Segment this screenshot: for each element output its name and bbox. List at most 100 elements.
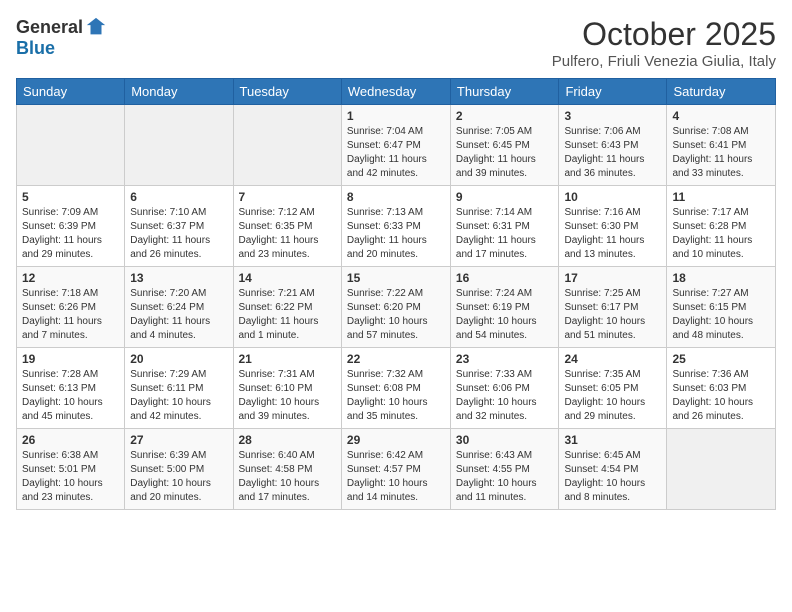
day-info: Sunrise: 7:29 AM Sunset: 6:11 PM Dayligh… [130,368,227,424]
day-info: Sunrise: 6:39 AM Sunset: 5:00 PM Dayligh… [130,449,227,505]
table-row: 20 Sunrise: 7:29 AM Sunset: 6:11 PM Dayli… [125,348,233,429]
table-row [17,105,125,186]
day-info: Sunrise: 7:06 AM Sunset: 6:43 PM Dayligh… [564,125,661,181]
table-row: 24 Sunrise: 7:35 AM Sunset: 6:05 PM Dayli… [559,348,667,429]
day-number: 4 [672,109,770,123]
header-thursday: Thursday [450,79,559,105]
day-info: Sunrise: 7:08 AM Sunset: 6:41 PM Dayligh… [672,125,770,181]
day-info: Sunrise: 7:10 AM Sunset: 6:37 PM Dayligh… [130,206,227,262]
header: General Blue October 2025 Pulfero, Friul… [16,16,776,70]
day-info: Sunrise: 6:40 AM Sunset: 4:58 PM Dayligh… [239,449,336,505]
calendar-week-row: 5Sunrise: 7:09 AM Sunset: 6:39 PM Daylig… [17,186,776,267]
header-saturday: Saturday [667,79,776,105]
day-info: Sunrise: 7:05 AM Sunset: 6:45 PM Dayligh… [456,125,554,181]
day-number: 2 [456,109,554,123]
day-number: 25 [672,352,770,366]
table-row: 25Sunrise: 7:36 AM Sunset: 6:03 PM Dayli… [667,348,776,429]
day-info: Sunrise: 7:25 AM Sunset: 6:17 PM Dayligh… [564,287,661,343]
day-number: 10 [564,190,661,204]
table-row: 21Sunrise: 7:31 AM Sunset: 6:10 PM Dayli… [233,348,341,429]
day-info: Sunrise: 7:33 AM Sunset: 6:06 PM Dayligh… [456,368,554,424]
table-row: 13 Sunrise: 7:20 AM Sunset: 6:24 PM Dayli… [125,267,233,348]
day-number: 27 [130,433,227,447]
day-info: Sunrise: 6:42 AM Sunset: 4:57 PM Dayligh… [347,449,445,505]
day-number: 28 [239,433,336,447]
day-number: 14 [239,271,336,285]
logo: General Blue [16,16,107,59]
table-row: 31 Sunrise: 6:45 AM Sunset: 4:54 PM Dayli… [559,429,667,510]
day-number: 15 [347,271,445,285]
table-row: 7 Sunrise: 7:12 AM Sunset: 6:35 PM Daylig… [233,186,341,267]
day-info: Sunrise: 7:18 AM Sunset: 6:26 PM Dayligh… [22,287,119,343]
day-number: 13 [130,271,227,285]
table-row: 26Sunrise: 6:38 AM Sunset: 5:01 PM Dayli… [17,429,125,510]
table-row: 18 Sunrise: 7:27 AM Sunset: 6:15 PM Dayli… [667,267,776,348]
table-row: 14Sunrise: 7:21 AM Sunset: 6:22 PM Dayli… [233,267,341,348]
calendar-week-row: 12 Sunrise: 7:18 AM Sunset: 6:26 PM Dayli… [17,267,776,348]
table-row: 8 Sunrise: 7:13 AM Sunset: 6:33 PM Daylig… [341,186,450,267]
day-info: Sunrise: 7:12 AM Sunset: 6:35 PM Dayligh… [239,206,336,262]
table-row: 6Sunrise: 7:10 AM Sunset: 6:37 PM Daylig… [125,186,233,267]
day-info: Sunrise: 7:20 AM Sunset: 6:24 PM Dayligh… [130,287,227,343]
day-number: 16 [456,271,554,285]
calendar-header-row: Sunday Monday Tuesday Wednesday Thursday… [17,79,776,105]
day-info: Sunrise: 7:35 AM Sunset: 6:05 PM Dayligh… [564,368,661,424]
table-row [667,429,776,510]
day-info: Sunrise: 7:04 AM Sunset: 6:47 PM Dayligh… [347,125,445,181]
day-info: Sunrise: 7:32 AM Sunset: 6:08 PM Dayligh… [347,368,445,424]
header-sunday: Sunday [17,79,125,105]
table-row: 15 Sunrise: 7:22 AM Sunset: 6:20 PM Dayli… [341,267,450,348]
table-row: 17 Sunrise: 7:25 AM Sunset: 6:17 PM Dayli… [559,267,667,348]
logo-icon [85,16,107,38]
table-row: 12 Sunrise: 7:18 AM Sunset: 6:26 PM Dayli… [17,267,125,348]
table-row: 9 Sunrise: 7:14 AM Sunset: 6:31 PM Daylig… [450,186,559,267]
logo-general-text: General [16,17,83,38]
table-row: 16 Sunrise: 7:24 AM Sunset: 6:19 PM Dayli… [450,267,559,348]
day-number: 9 [456,190,554,204]
header-tuesday: Tuesday [233,79,341,105]
calendar-week-row: 19Sunrise: 7:28 AM Sunset: 6:13 PM Dayli… [17,348,776,429]
day-info: Sunrise: 7:16 AM Sunset: 6:30 PM Dayligh… [564,206,661,262]
logo-blue-text: Blue [16,38,55,59]
location-title: Pulfero, Friuli Venezia Giulia, Italy [552,53,776,70]
table-row: 5Sunrise: 7:09 AM Sunset: 6:39 PM Daylig… [17,186,125,267]
table-row: 28 Sunrise: 6:40 AM Sunset: 4:58 PM Dayli… [233,429,341,510]
day-info: Sunrise: 7:14 AM Sunset: 6:31 PM Dayligh… [456,206,554,262]
header-wednesday: Wednesday [341,79,450,105]
table-row: 2 Sunrise: 7:05 AM Sunset: 6:45 PM Daylig… [450,105,559,186]
day-info: Sunrise: 6:45 AM Sunset: 4:54 PM Dayligh… [564,449,661,505]
day-info: Sunrise: 6:43 AM Sunset: 4:55 PM Dayligh… [456,449,554,505]
table-row: 30Sunrise: 6:43 AM Sunset: 4:55 PM Dayli… [450,429,559,510]
day-number: 12 [22,271,119,285]
day-number: 8 [347,190,445,204]
calendar-week-row: 26Sunrise: 6:38 AM Sunset: 5:01 PM Dayli… [17,429,776,510]
header-friday: Friday [559,79,667,105]
day-number: 24 [564,352,661,366]
day-info: Sunrise: 7:27 AM Sunset: 6:15 PM Dayligh… [672,287,770,343]
table-row: 27 Sunrise: 6:39 AM Sunset: 5:00 PM Dayli… [125,429,233,510]
day-info: Sunrise: 7:13 AM Sunset: 6:33 PM Dayligh… [347,206,445,262]
table-row: 22 Sunrise: 7:32 AM Sunset: 6:08 PM Dayli… [341,348,450,429]
day-number: 18 [672,271,770,285]
table-row: 10 Sunrise: 7:16 AM Sunset: 6:30 PM Dayli… [559,186,667,267]
day-info: Sunrise: 7:17 AM Sunset: 6:28 PM Dayligh… [672,206,770,262]
day-info: Sunrise: 7:22 AM Sunset: 6:20 PM Dayligh… [347,287,445,343]
day-number: 20 [130,352,227,366]
day-number: 22 [347,352,445,366]
day-number: 23 [456,352,554,366]
day-number: 7 [239,190,336,204]
calendar-table: Sunday Monday Tuesday Wednesday Thursday… [16,78,776,510]
day-info: Sunrise: 7:31 AM Sunset: 6:10 PM Dayligh… [239,368,336,424]
day-number: 3 [564,109,661,123]
table-row: 29Sunrise: 6:42 AM Sunset: 4:57 PM Dayli… [341,429,450,510]
day-number: 5 [22,190,119,204]
table-row: 1Sunrise: 7:04 AM Sunset: 6:47 PM Daylig… [341,105,450,186]
table-row [233,105,341,186]
table-row: 11Sunrise: 7:17 AM Sunset: 6:28 PM Dayli… [667,186,776,267]
day-number: 19 [22,352,119,366]
day-info: Sunrise: 6:38 AM Sunset: 5:01 PM Dayligh… [22,449,119,505]
table-row: 4 Sunrise: 7:08 AM Sunset: 6:41 PM Daylig… [667,105,776,186]
day-number: 31 [564,433,661,447]
day-info: Sunrise: 7:24 AM Sunset: 6:19 PM Dayligh… [456,287,554,343]
day-number: 17 [564,271,661,285]
